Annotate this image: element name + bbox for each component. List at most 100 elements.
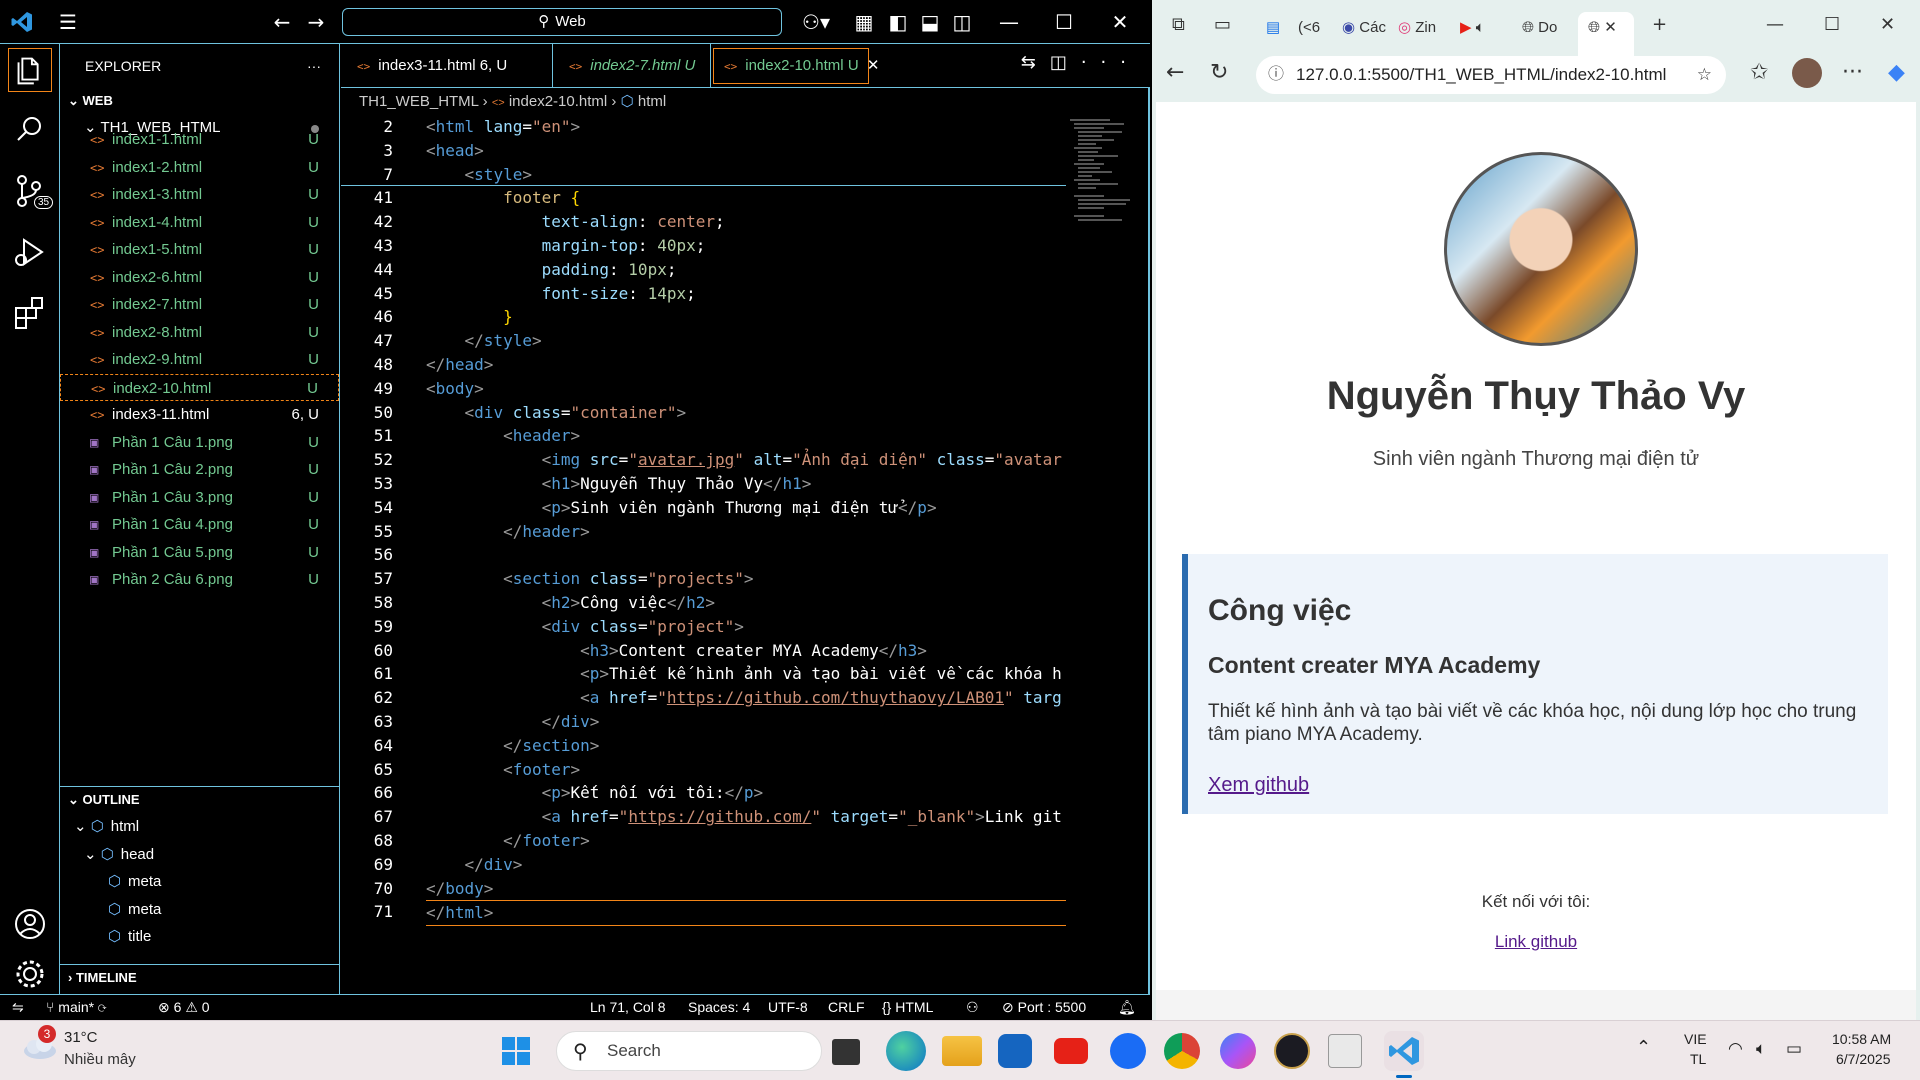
code-line[interactable]: 57 <section class="projects"> xyxy=(341,567,1066,591)
maximize-icon[interactable]: ☐ xyxy=(1824,14,1840,35)
code-line[interactable]: 49 <body> xyxy=(341,377,1066,401)
code-line[interactable]: 68 </footer> xyxy=(341,829,1066,853)
file-item[interactable]: <> index2-8.html U xyxy=(60,319,339,347)
file-item[interactable]: ▣ Phần 1 Câu 5.png U xyxy=(60,539,339,567)
tab-index2-7[interactable]: <> index2-7.html U xyxy=(553,44,711,88)
code-line[interactable]: 41 footer { xyxy=(341,186,1066,210)
minimize-icon[interactable]: — xyxy=(995,8,1023,36)
input-language[interactable]: VIE xyxy=(1684,1031,1707,1047)
code-line[interactable]: 48 </head> xyxy=(341,353,1066,377)
problems-status[interactable]: ⊗ 6 ⚠ 0 xyxy=(158,995,210,1019)
code-line[interactable]: 67 <a href="https://github.com/" target=… xyxy=(341,805,1066,829)
browser-tab[interactable]: (<6 xyxy=(1298,12,1320,44)
address-bar[interactable]: ⓘ 127.0.0.1:5500/TH1_WEB_HTML/index2-10.h… xyxy=(1256,56,1726,94)
messenger-icon[interactable] xyxy=(1220,1033,1256,1069)
file-item[interactable]: <> index1-3.html U xyxy=(60,181,339,209)
code-line[interactable]: 70 </body> xyxy=(341,877,1066,901)
close-tab-icon[interactable]: ✕ xyxy=(867,57,880,74)
outline-item[interactable]: ⬡ title xyxy=(60,923,339,951)
encoding[interactable]: UTF-8 xyxy=(768,995,808,1019)
file-item[interactable]: <> index3-11.html 6, U xyxy=(60,401,339,429)
accounts-icon[interactable] xyxy=(8,902,52,946)
code-line[interactable]: 52 <img src="avatar.jpg" alt="Ảnh đại di… xyxy=(341,448,1066,472)
language-mode[interactable]: {} HTML xyxy=(882,995,933,1019)
file-item[interactable]: <> index2-10.html U xyxy=(60,373,339,401)
wifi-icon[interactable]: ◠ xyxy=(1728,1039,1743,1059)
tab-index3-11[interactable]: <> index3-11.html 6, U xyxy=(341,44,553,88)
file-item[interactable]: <> index1-5.html U xyxy=(60,236,339,264)
browser-tab[interactable]: ◉ Các xyxy=(1342,12,1386,44)
code-line[interactable]: 47 </style> xyxy=(341,329,1066,353)
browser-tab[interactable]: ◎ Zin xyxy=(1398,12,1436,44)
taskbar-search[interactable]: ⚲ Search xyxy=(556,1031,822,1071)
maximize-icon[interactable]: ☐ xyxy=(1050,8,1078,36)
code-editor[interactable]: 2 <html lang="en"> 3 <head> 7 <style> 41 foot… xyxy=(341,115,1066,994)
search-icon[interactable] xyxy=(8,108,52,152)
code-line[interactable]: 7 <style> xyxy=(341,163,1066,187)
customize-layout-icon[interactable]: ▦ xyxy=(850,8,878,36)
code-line[interactable]: 55 </header> xyxy=(341,520,1066,544)
compare-icon[interactable]: ⇆ xyxy=(1021,52,1050,73)
file-item[interactable]: ▣Phần 2 Câu 7.pngU xyxy=(60,594,339,597)
copilot-status-icon[interactable]: ⚇ xyxy=(966,995,979,1019)
file-item[interactable]: ▣ Phần 2 Câu 6.png U xyxy=(60,566,339,594)
code-line[interactable]: 65 <footer> xyxy=(341,758,1066,782)
code-line[interactable]: 44 padding: 10px; xyxy=(341,258,1066,282)
code-line[interactable]: 64 </section> xyxy=(341,734,1066,758)
file-item[interactable]: <> index2-6.html U xyxy=(60,264,339,292)
code-line[interactable]: 71 </html> xyxy=(341,900,1066,927)
task-view-icon[interactable] xyxy=(832,1039,860,1065)
timeline-section[interactable]: › TIMELINE xyxy=(60,964,339,994)
run-debug-icon[interactable] xyxy=(8,230,52,274)
timeline-header[interactable]: › TIMELINE xyxy=(60,965,339,991)
favorite-star-icon[interactable]: ☆ xyxy=(1697,56,1712,94)
remote-icon[interactable]: ⇋ xyxy=(12,995,24,1019)
browser-tab-active[interactable]: 🌐︎ ✕ xyxy=(1578,12,1634,56)
file-item[interactable]: ▣ Phần 1 Câu 2.png U xyxy=(60,456,339,484)
browser-tab[interactable]: ▤ xyxy=(1266,12,1280,44)
code-line[interactable]: 56 xyxy=(341,543,1066,567)
outline-item[interactable]: ⌄ ⬡ html xyxy=(60,813,339,841)
command-center-search[interactable]: ⚲ Web xyxy=(342,8,782,36)
code-line[interactable]: 42 text-align: center; xyxy=(341,210,1066,234)
back-arrow-icon[interactable]: ← xyxy=(268,8,296,36)
file-item[interactable]: ▣ Phần 1 Câu 3.png U xyxy=(60,484,339,512)
youtube-icon[interactable] xyxy=(1054,1038,1088,1064)
code-line[interactable]: 63 </div> xyxy=(341,710,1066,734)
minimize-icon[interactable]: — xyxy=(1766,14,1784,35)
tab-actions-icon[interactable]: ▭ xyxy=(1214,14,1231,35)
workspaces-icon[interactable]: ⧉ xyxy=(1172,14,1185,35)
code-line[interactable]: 60 <h3>Content creater MYA Academy</h3> xyxy=(341,639,1066,663)
copilot-icon[interactable]: ⚇▾ xyxy=(796,8,836,36)
branch-status[interactable]: ⑂ main* ⟳ xyxy=(46,995,106,1019)
chevron-up-icon[interactable]: ⌃ xyxy=(1636,1037,1651,1058)
league-of-legends-icon[interactable] xyxy=(1274,1033,1310,1069)
breadcrumb-folder[interactable]: TH1_WEB_HTML xyxy=(359,93,478,110)
browser-tab[interactable]: 🌐︎ Do xyxy=(1522,12,1557,44)
indentation[interactable]: Spaces: 4 xyxy=(688,995,750,1019)
project-github-link[interactable]: Xem github xyxy=(1208,774,1309,797)
more-actions-icon[interactable]: ··· xyxy=(307,44,321,88)
close-tab-icon[interactable]: ✕ xyxy=(1604,19,1617,36)
refresh-icon[interactable]: ↻ xyxy=(1210,60,1228,85)
code-line[interactable]: 62 <a href="https://github.com/thuythaov… xyxy=(341,686,1066,710)
outline-item[interactable]: ⬡ meta xyxy=(60,896,339,924)
file-item[interactable]: ▣ Phần 1 Câu 1.png U xyxy=(60,429,339,457)
file-item[interactable]: <> index1-1.html U xyxy=(60,126,339,154)
edge-icon[interactable] xyxy=(886,1031,926,1071)
code-line[interactable]: 45 font-size: 14px; xyxy=(341,282,1066,306)
breadcrumb-file[interactable]: index2-10.html xyxy=(509,93,607,110)
outline-header[interactable]: ⌄ OUTLINE xyxy=(60,787,339,813)
close-icon[interactable]: ✕ xyxy=(1106,8,1134,36)
minimap[interactable] xyxy=(1066,115,1150,994)
notifications-bell-icon[interactable]: 🔔︎ xyxy=(1118,995,1136,1019)
line-ending[interactable]: CRLF xyxy=(828,995,865,1019)
code-line[interactable]: 50 <div class="container"> xyxy=(341,401,1066,425)
split-editor-icon[interactable]: ◫ xyxy=(1050,52,1081,73)
start-button[interactable] xyxy=(496,1031,536,1071)
explorer-icon[interactable] xyxy=(8,48,52,92)
more-actions-icon[interactable]: ··· xyxy=(1081,52,1140,73)
clock-time[interactable]: 10:58 AM xyxy=(1832,1031,1891,1047)
zalo-icon[interactable] xyxy=(1110,1033,1146,1069)
code-line[interactable]: 59 <div class="project"> xyxy=(341,615,1066,639)
